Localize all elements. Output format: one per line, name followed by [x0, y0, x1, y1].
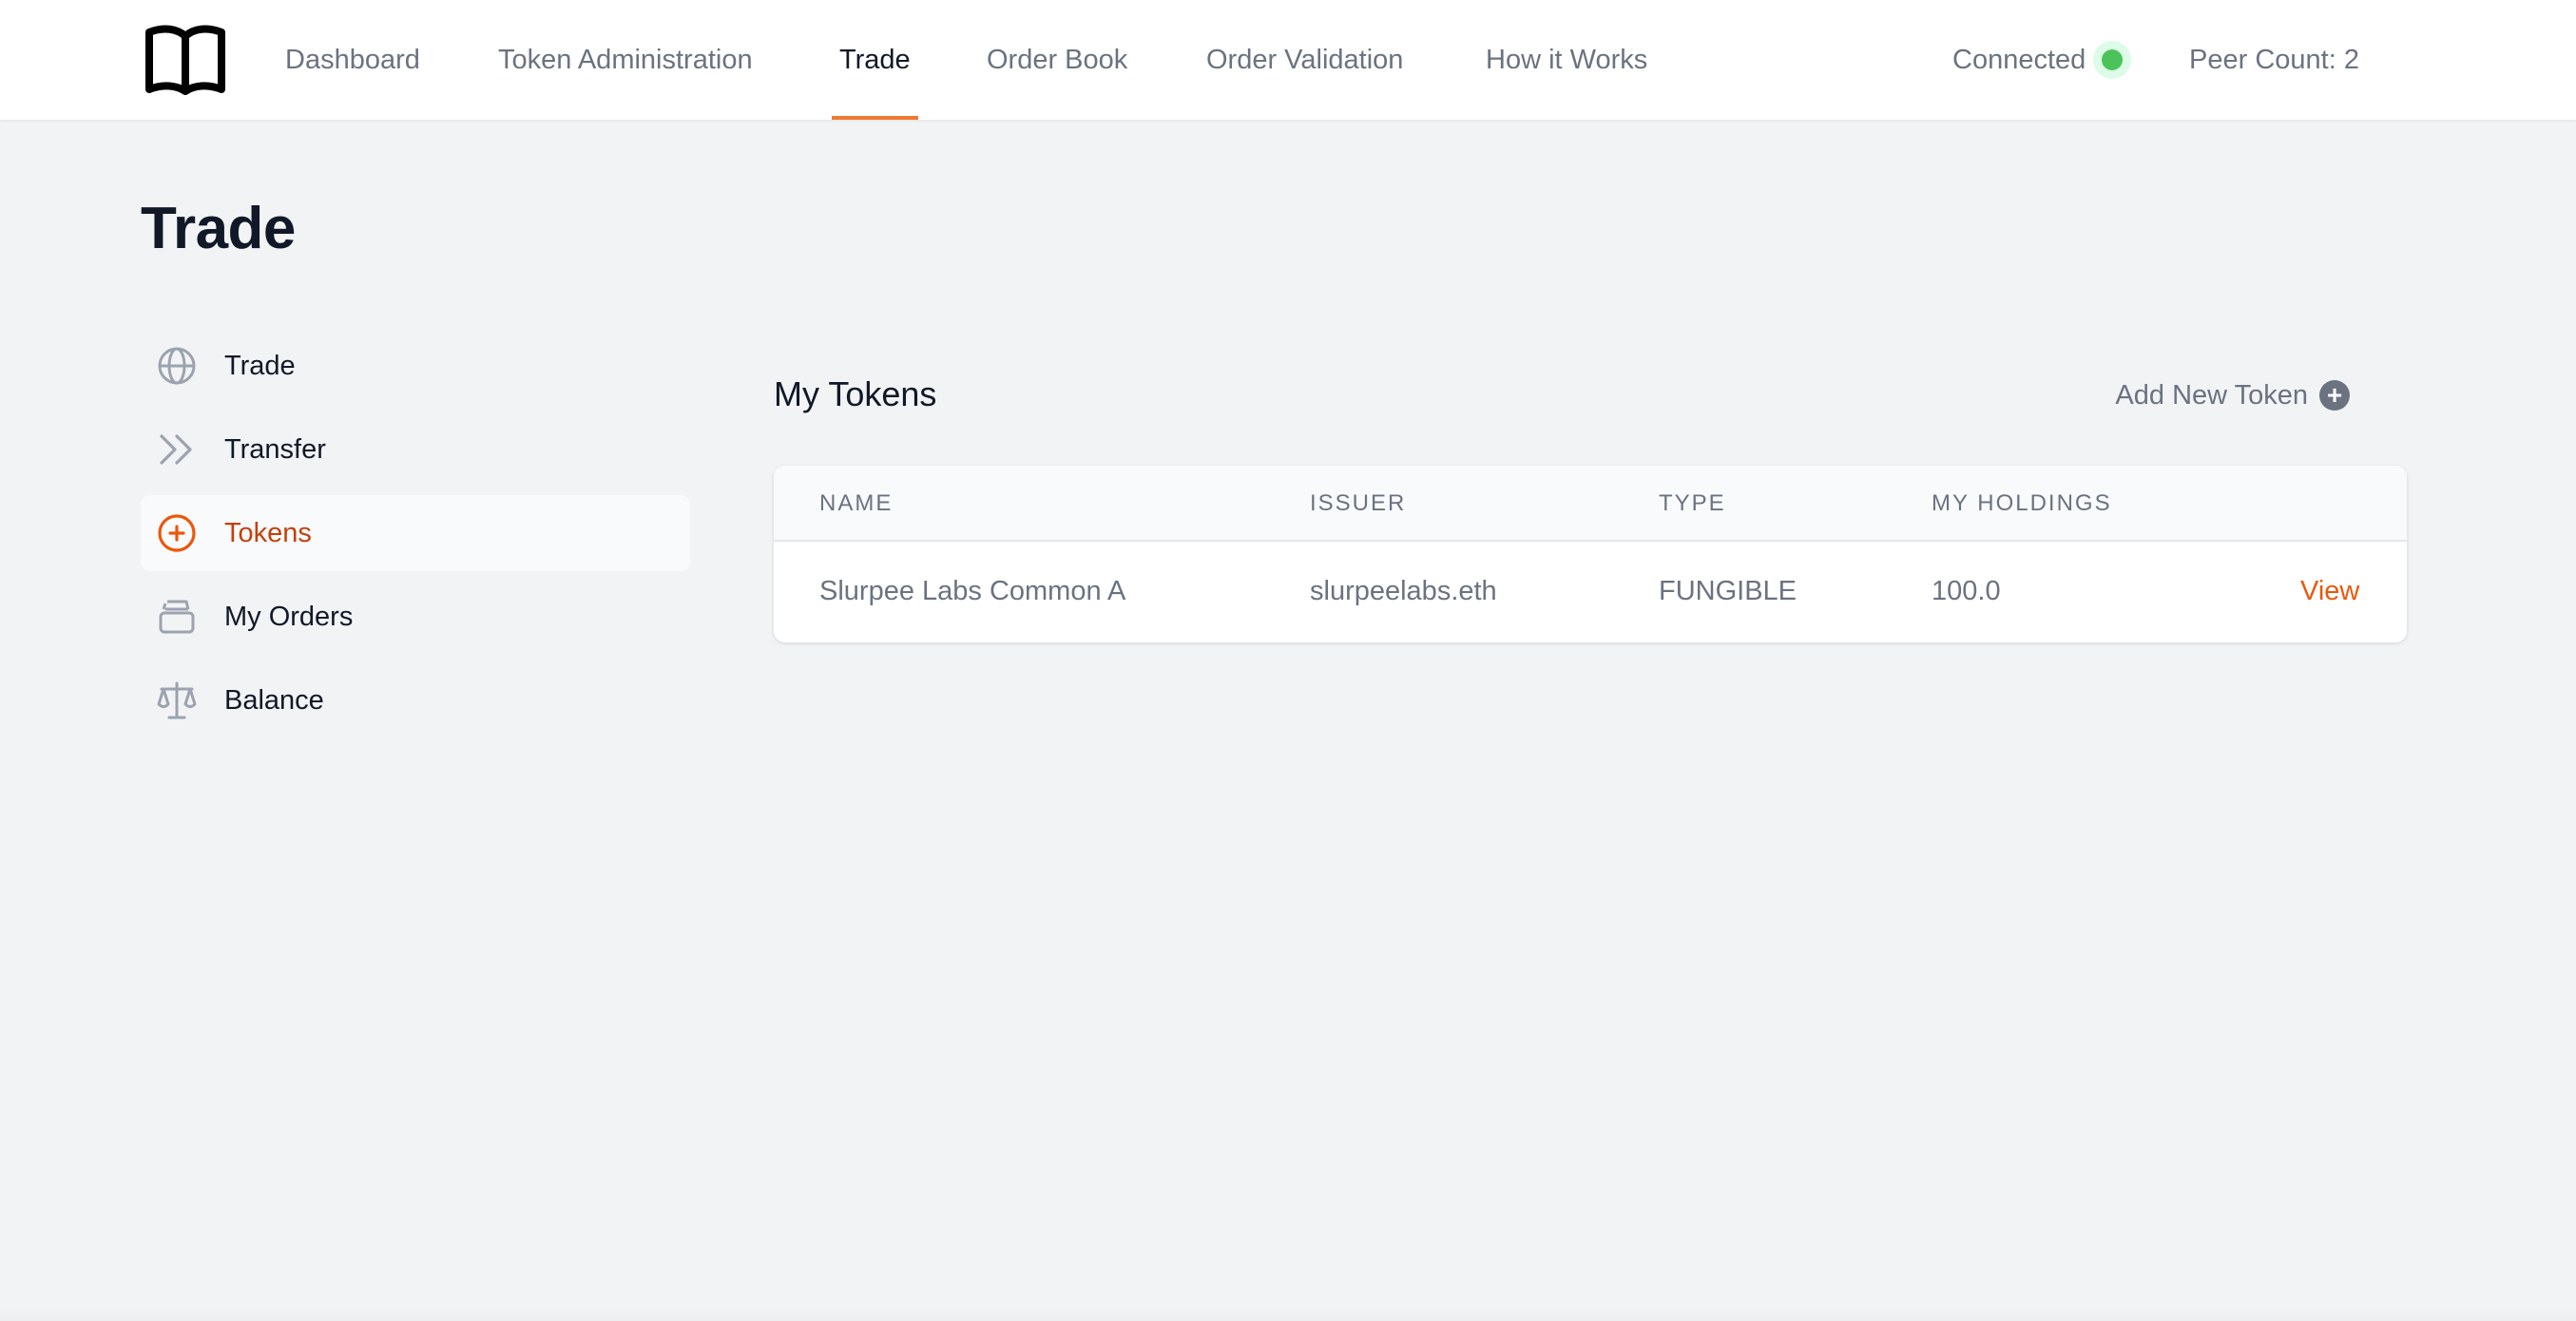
sidebar-item-trade[interactable]: Trade [141, 328, 690, 404]
plus-circle-icon [158, 514, 196, 552]
nav-tab-label: Token Administration [498, 44, 753, 75]
column-header-my-holdings: MY HOLDINGS [1932, 490, 2112, 516]
scale-icon [157, 681, 197, 719]
active-tab-indicator [832, 116, 918, 120]
column-header-issuer: ISSUER [1310, 490, 1407, 516]
section-title: My Tokens [774, 374, 937, 413]
add-new-token-button[interactable]: Add New Token + [2115, 376, 2350, 414]
page-title: Trade [141, 196, 296, 261]
add-new-token-label: Add New Token [2115, 379, 2308, 411]
column-header-type: TYPE [1659, 490, 1726, 516]
tokens-table: NAME ISSUER TYPE MY HOLDINGS Slurpee Lab… [774, 466, 2407, 642]
nav-tab-dashboard[interactable]: Dashboard [285, 0, 420, 120]
top-navigation-bar: Dashboard Token Administration Trade Ord… [0, 0, 2576, 120]
nav-tab-label: Dashboard [285, 44, 420, 75]
sidebar-item-label: Transfer [224, 434, 326, 465]
sidebar-item-label: Balance [224, 685, 324, 716]
page-bottom-edge [0, 1308, 2576, 1321]
sidebar-item-label: My Orders [224, 602, 354, 632]
nav-tab-trade[interactable]: Trade [832, 0, 918, 120]
view-token-link[interactable]: View [2300, 576, 2359, 607]
token-name-cell: Slurpee Labs Common A [819, 576, 1126, 606]
plus-circle-icon: + [2319, 380, 2350, 411]
nav-tab-token-administration[interactable]: Token Administration [498, 0, 753, 120]
nav-tab-order-book[interactable]: Order Book [987, 0, 1127, 120]
connection-status: Connected [1952, 0, 2132, 120]
nav-tab-label: How it Works [1486, 44, 1648, 75]
double-chevron-right-icon [160, 434, 192, 465]
connection-indicator [2093, 41, 2132, 79]
token-issuer-cell: slurpeelabs.eth [1310, 576, 1497, 606]
nav-tab-how-it-works[interactable]: How it Works [1486, 0, 1647, 120]
peer-count: Peer Count: 2 [2189, 0, 2359, 120]
sidebar-item-transfer[interactable]: Transfer [141, 412, 690, 488]
sidebar-item-label: Tokens [224, 518, 312, 548]
peer-count-label: Peer Count: 2 [2189, 44, 2359, 75]
nav-tab-order-validation[interactable]: Order Validation [1206, 0, 1403, 120]
token-holdings-cell: 100.0 [1932, 576, 2001, 606]
table-header: NAME ISSUER TYPE MY HOLDINGS [774, 466, 2407, 542]
sidebar-item-balance[interactable]: Balance [141, 662, 690, 738]
sidebar-item-label: Trade [224, 351, 296, 381]
nav-tab-label: Order Book [987, 44, 1128, 75]
nav-tab-label: Trade [839, 44, 911, 75]
column-header-name: NAME [819, 490, 894, 516]
globe-icon [158, 347, 196, 385]
nav-tab-label: Order Validation [1206, 44, 1404, 75]
sidebar-item-my-orders[interactable]: My Orders [141, 579, 690, 655]
token-type-cell: FUNGIBLE [1659, 576, 1797, 606]
connection-status-label: Connected [1952, 44, 2086, 75]
sidebar-item-tokens[interactable]: Tokens [141, 495, 690, 571]
inbox-stack-icon [159, 600, 195, 634]
book-open-icon[interactable] [144, 25, 226, 95]
